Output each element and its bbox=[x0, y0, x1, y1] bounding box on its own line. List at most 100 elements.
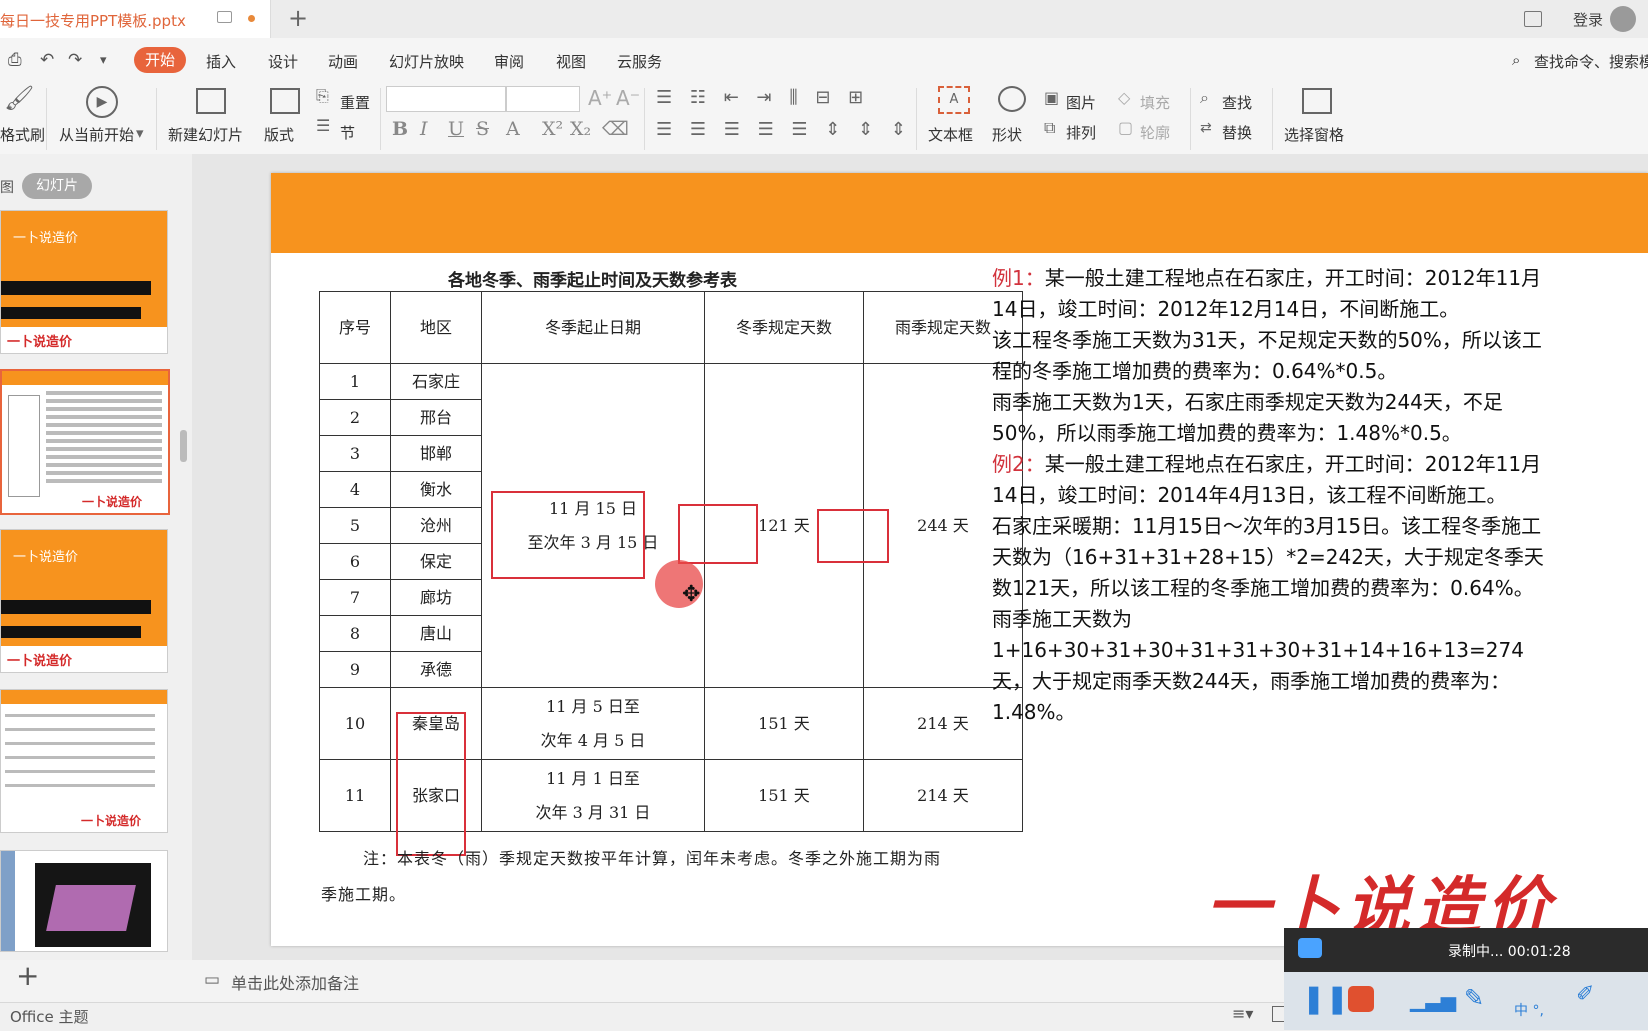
slide-thumbnail-4[interactable]: 一卜说造价 bbox=[0, 689, 168, 833]
pen-icon[interactable]: ✐ bbox=[1576, 982, 1594, 1007]
row-region: 廊坊 bbox=[390, 579, 482, 616]
redo-icon[interactable]: ↷ bbox=[68, 50, 82, 70]
row-winter-days: 151 天 bbox=[704, 759, 864, 832]
tab-design[interactable]: 设计 bbox=[268, 51, 298, 72]
document-tab[interactable]: 每日一技专用PPT模板.pptx bbox=[0, 0, 271, 38]
italic-icon[interactable]: I bbox=[420, 118, 428, 140]
font-color-icon[interactable]: A bbox=[506, 118, 520, 140]
play-from-current-button[interactable]: 从当前开始 bbox=[59, 124, 134, 145]
layout-button[interactable]: 版式 bbox=[264, 124, 294, 145]
outline-button[interactable]: 轮廓 bbox=[1140, 122, 1170, 143]
row-region: 唐山 bbox=[390, 615, 482, 652]
winter-dates-line1: 11 月 5 日至 bbox=[546, 696, 640, 716]
tab-insert[interactable]: 插入 bbox=[206, 51, 236, 72]
underline-icon[interactable]: U bbox=[448, 118, 464, 140]
tab-outline[interactable]: 图 bbox=[0, 177, 14, 197]
tab-start[interactable]: 开始 bbox=[134, 47, 186, 73]
slide-thumbnail-2[interactable]: 一卜说造价 bbox=[0, 369, 170, 515]
textbox-button[interactable]: 文本框 bbox=[928, 124, 973, 145]
monitor-icon[interactable] bbox=[217, 11, 232, 23]
alignment-tools-icon[interactable]: ☰ ☰ ☰ ☰ ☰ ⇕ ⇕ ⇕ bbox=[656, 120, 912, 140]
tab-slideshow[interactable]: 幻灯片放映 bbox=[389, 51, 464, 72]
tab-cloud[interactable]: 云服务 bbox=[617, 51, 662, 72]
shrink-font-icon[interactable]: A⁻ bbox=[616, 88, 640, 108]
highlight-box-winter-days bbox=[678, 504, 758, 564]
customize-dropdown-icon[interactable]: ▾ bbox=[100, 53, 107, 68]
header-winter-dates: 冬季起止日期 bbox=[481, 291, 705, 364]
login-button[interactable]: 登录 bbox=[1573, 9, 1603, 30]
ime-status[interactable]: 中 °, bbox=[1514, 1000, 1544, 1020]
find-icon: ⌕ bbox=[1200, 88, 1209, 107]
slide-thumbnail-3[interactable]: 一卜说造价 一卜说造价 bbox=[0, 529, 168, 673]
example2-text: 某一般土建工程地点在石家庄，开工时间：2012年11月14日，竣工时间：2014… bbox=[992, 452, 1542, 507]
winter-dates-line2: 次年 4 月 5 日 bbox=[540, 730, 646, 750]
replace-button[interactable]: 替换 bbox=[1222, 122, 1252, 143]
picture-button[interactable]: 图片 bbox=[1066, 92, 1096, 113]
row-no: 7 bbox=[319, 579, 391, 616]
find-button[interactable]: 查找 bbox=[1222, 92, 1252, 113]
notes-toggle-icon[interactable]: ≡▾ bbox=[1232, 1004, 1253, 1023]
font-size-select[interactable] bbox=[506, 86, 580, 112]
print-icon[interactable]: ⎙ bbox=[8, 50, 22, 70]
row-no: 5 bbox=[319, 507, 391, 544]
select-pane-button[interactable]: 选择窗格 bbox=[1284, 124, 1344, 145]
superscript-icon[interactable]: X² bbox=[542, 118, 563, 140]
thumbnail-logo: 一卜说造价 bbox=[81, 814, 142, 828]
bold-icon[interactable]: B bbox=[392, 118, 408, 140]
annotate-icon[interactable]: ✎ bbox=[1464, 984, 1484, 1012]
highlight-box-winter-dates bbox=[491, 491, 645, 579]
row-no: 8 bbox=[319, 615, 391, 652]
thumbnail-logo: 一卜说造价 bbox=[7, 654, 73, 669]
table-row: 1 石家庄 11 月 15 日 至次年 3 月 15 日 121 天 244 天 bbox=[319, 363, 1023, 688]
tab-animation[interactable]: 动画 bbox=[328, 51, 358, 72]
clear-format-icon[interactable]: ⌫ bbox=[602, 118, 629, 140]
add-slide-button[interactable]: + bbox=[16, 962, 39, 990]
fill-button[interactable]: 填充 bbox=[1140, 92, 1170, 113]
camera-icon bbox=[1298, 938, 1322, 958]
play-dropdown-icon[interactable]: ▾ bbox=[136, 124, 144, 142]
undo-icon[interactable]: ↶ bbox=[40, 50, 54, 70]
recording-status: 录制中... 00:01:28 bbox=[1448, 944, 1571, 960]
new-slide-button[interactable]: 新建幻灯片 bbox=[168, 124, 243, 145]
highlight-box-regions bbox=[396, 712, 466, 856]
slide[interactable]: 各地冬季、雨季起止时间及天数参考表 序号 地区 冬季起止日期 冬季规定天数 雨季… bbox=[271, 173, 1648, 946]
stop-icon[interactable] bbox=[1348, 986, 1374, 1012]
row-region: 衡水 bbox=[390, 471, 482, 508]
pause-icon[interactable]: ❚❚ bbox=[1302, 982, 1349, 1015]
tab-review[interactable]: 审阅 bbox=[494, 51, 524, 72]
row-no: 3 bbox=[319, 435, 391, 472]
thumbnail-scrollbar[interactable] bbox=[180, 430, 187, 462]
strikethrough-icon[interactable]: S bbox=[476, 118, 489, 140]
thumbnail-title: 一卜说造价 bbox=[13, 550, 79, 565]
notes-placeholder[interactable]: 单击此处添加备注 bbox=[231, 970, 359, 994]
slide-thumbnail-1[interactable]: 一卜说造价 一卜说造价 bbox=[0, 210, 168, 354]
search-icon[interactable]: ⌕ bbox=[1512, 51, 1520, 69]
avatar[interactable] bbox=[1610, 6, 1636, 32]
row-region: 邢台 bbox=[390, 399, 482, 436]
table-title: 各地冬季、雨季起止时间及天数参考表 bbox=[448, 271, 737, 291]
subscript-icon[interactable]: X₂ bbox=[570, 118, 591, 140]
tab-view[interactable]: 视图 bbox=[556, 51, 586, 72]
thumbnail-logo: 一卜说造价 bbox=[82, 495, 143, 509]
section-button[interactable]: 节 bbox=[340, 122, 355, 143]
row-region: 保定 bbox=[390, 543, 482, 580]
arrange-button[interactable]: 排列 bbox=[1066, 122, 1096, 143]
audio-level-icon[interactable]: ▁▃▅ bbox=[1410, 988, 1456, 1012]
tab-slides[interactable]: 幻灯片 bbox=[22, 173, 92, 199]
format-painter-icon: 🖌 bbox=[4, 84, 35, 112]
reset-button[interactable]: 重置 bbox=[340, 92, 370, 113]
window-mode-icon[interactable] bbox=[1524, 11, 1542, 27]
row-region: 承德 bbox=[390, 651, 482, 688]
format-painter-button[interactable]: 格式刷 bbox=[0, 124, 45, 145]
row-winter-days: 151 天 bbox=[704, 687, 864, 760]
new-tab-button[interactable]: + bbox=[288, 6, 308, 30]
slide-thumbnail-5[interactable] bbox=[0, 850, 168, 952]
replace-icon: ⇄ bbox=[1200, 120, 1212, 136]
font-family-select[interactable] bbox=[386, 86, 506, 112]
shape-button[interactable]: 形状 bbox=[992, 124, 1022, 145]
grow-font-icon[interactable]: A⁺ bbox=[588, 88, 612, 108]
search-command-input[interactable]: 查找命令、搜索模 bbox=[1534, 51, 1648, 72]
row-winter-dates: 11 月 5 日至 次年 4 月 5 日 bbox=[481, 687, 705, 760]
paragraph-tools-icon[interactable]: ☰ ☷ ⇤ ⇥ ⫼ ⊟ ⊞ bbox=[656, 88, 869, 108]
unsaved-dot-icon bbox=[248, 15, 255, 22]
